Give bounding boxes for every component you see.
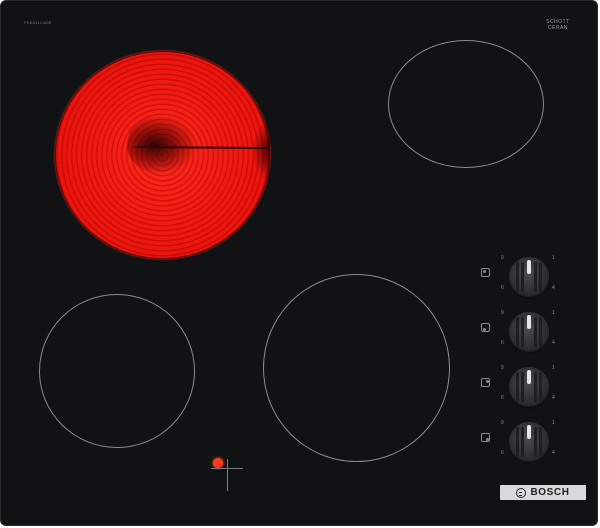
knob-pointer — [527, 260, 531, 274]
control-knob-row-1: 9 6 1 4 — [477, 252, 557, 302]
knob-scale-mark: 4 — [552, 450, 555, 456]
knob-scale-mark: 6 — [501, 450, 504, 456]
cooking-zone-rear-left-hot — [55, 51, 270, 259]
knob-scale-mark: 6 — [501, 395, 504, 401]
cooking-zone-front-left — [39, 294, 195, 448]
coil-center — [127, 115, 197, 175]
knob-scale-mark: 4 — [552, 285, 555, 291]
brand-plate: BOSCH — [500, 485, 586, 500]
control-knob[interactable] — [510, 313, 548, 351]
glass-brand-logo: SCHOTT CERAN — [533, 19, 583, 31]
knob-scale-mark: 6 — [501, 285, 504, 291]
knob-scale-mark: 4 — [552, 395, 555, 401]
brand-name: BOSCH — [530, 487, 570, 498]
knob-scale-mark: 9 — [501, 310, 504, 316]
control-knob-row-2: 9 6 1 4 — [477, 307, 557, 357]
cooking-zone-front-center — [263, 274, 450, 462]
knob-scale-mark: 1 — [552, 310, 555, 316]
zone-position-icon — [481, 268, 490, 277]
knob-scale-mark: 4 — [552, 340, 555, 346]
model-code: PKE611CA3E — [24, 20, 52, 25]
knob-pointer — [527, 370, 531, 384]
zone-position-icon — [481, 323, 490, 332]
control-knob[interactable] — [510, 368, 548, 406]
control-knob-row-4: 9 6 1 4 — [477, 417, 557, 467]
knob-scale-mark: 6 — [501, 340, 504, 346]
zone-position-icon — [481, 378, 490, 387]
knob-scale-mark: 1 — [552, 255, 555, 261]
knob-pointer — [527, 315, 531, 329]
glass-brand-sub: CERAN — [547, 25, 568, 31]
zone-marker-vertical — [227, 459, 228, 491]
cooking-zone-rear-right — [388, 40, 544, 168]
bosch-logo-icon — [516, 487, 527, 498]
residual-heat-indicator — [213, 458, 223, 468]
knob-scale-mark: 9 — [501, 255, 504, 261]
knob-pointer — [527, 425, 531, 439]
cooktop-glass: PKE611CA3E SCHOTT CERAN 9 6 1 4 9 6 1 4 … — [0, 0, 598, 526]
knob-scale-mark: 9 — [501, 420, 504, 426]
coil-edge — [252, 121, 270, 181]
control-knob[interactable] — [510, 258, 548, 296]
knob-scale-mark: 1 — [552, 420, 555, 426]
control-knob[interactable] — [510, 423, 548, 461]
knob-scale-mark: 1 — [552, 365, 555, 371]
control-knob-row-3: 9 6 1 4 — [477, 362, 557, 412]
knob-scale-mark: 9 — [501, 365, 504, 371]
zone-position-icon — [481, 433, 490, 442]
